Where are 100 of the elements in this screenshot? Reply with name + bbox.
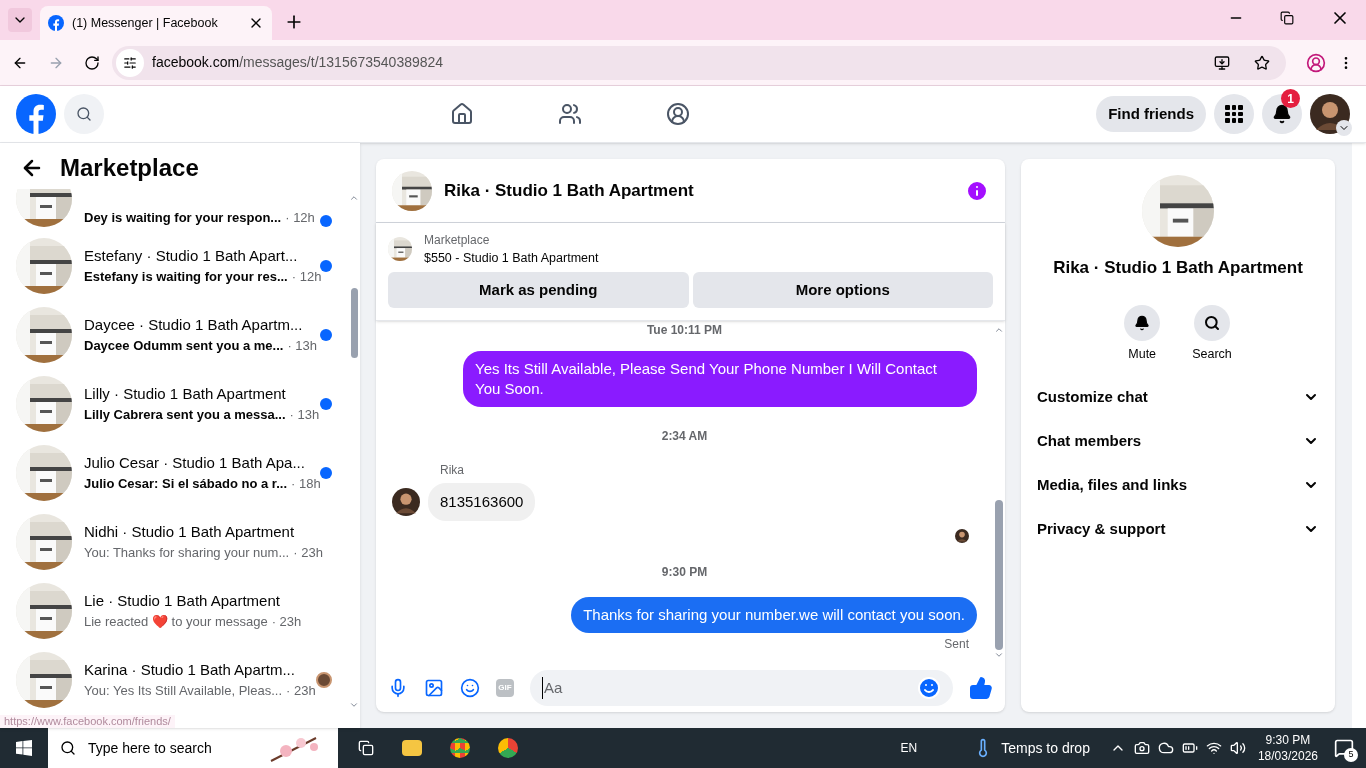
wifi-icon[interactable] xyxy=(1205,740,1222,756)
image-icon[interactable] xyxy=(424,678,444,698)
message-preview: You: Thanks for sharing your num... xyxy=(84,544,290,562)
conversation-item[interactable]: Dey is waiting for your respon... · 12h xyxy=(0,189,348,231)
message-input[interactable]: Aa xyxy=(542,676,917,700)
message-timestamp: Tue 10:11 PM xyxy=(645,321,724,339)
notifications-button[interactable] xyxy=(1262,94,1302,134)
weather-text[interactable]: Temps to drop xyxy=(1001,737,1090,759)
bookmark-star-icon[interactable] xyxy=(1254,54,1270,71)
sliders-icon xyxy=(123,55,137,70)
restore-icon[interactable] xyxy=(1280,11,1294,25)
outgoing-message: Yes Its Still Available, Please Send Your Phone Number I Will Contact You Soon. xyxy=(463,350,977,407)
message-preview: You: Yes Its Still Available, Pleas... xyxy=(84,682,283,700)
status-url: https://www.facebook.com/friends/ xyxy=(0,715,175,728)
message-preview: Estefany is waiting for your res... xyxy=(84,268,288,286)
conversation-item[interactable]: Daycee · Studio 1 Bath Apartm... Daycee Odumm sent you a me... · 13h xyxy=(0,300,348,369)
conversation-item[interactable]: Estefany · Studio 1 Bath Apart... Estefany is waiting for your res... · 12h xyxy=(0,231,348,300)
camera-icon[interactable] xyxy=(1133,740,1150,756)
browser-tab[interactable]: (1) Messenger | Facebook xyxy=(40,6,272,40)
details-section[interactable]: Media, files and links xyxy=(1029,463,1327,508)
sender-avatar xyxy=(392,488,420,516)
scroll-down-icon xyxy=(994,650,1004,660)
contact-name: Rika · Studio 1 Bath Apartment xyxy=(1053,257,1303,279)
profile-icon[interactable] xyxy=(1306,52,1326,73)
message-status: Sent xyxy=(943,636,969,654)
message-timestamp: 2:34 AM xyxy=(660,427,709,445)
microphone-icon[interactable] xyxy=(388,678,408,698)
details-section[interactable]: Customize chat xyxy=(1029,375,1327,420)
message-time: · 18h xyxy=(291,475,321,493)
outgoing-message: Thanks for sharing your number.we will contact you soon. xyxy=(571,597,977,634)
account-menu-button[interactable] xyxy=(1336,120,1352,136)
composer-field[interactable]: Aa xyxy=(530,670,953,706)
message-timestamp: 9:30 PM xyxy=(660,564,709,582)
message-preview: Lilly Cabrera sent you a messa... xyxy=(84,406,286,424)
message-preview: Daycee Odumm sent you a me... xyxy=(84,337,284,355)
install-icon[interactable] xyxy=(1214,54,1230,71)
listing-action-button[interactable]: Mark as pending xyxy=(388,271,689,308)
message-time: · 13h xyxy=(289,406,320,424)
incoming-message: 8135163600 xyxy=(428,482,536,522)
reload-icon[interactable] xyxy=(84,54,100,71)
conversation-item[interactable]: Nidhi · Studio 1 Bath Apartment You: Thanks for sharing your num... · 23h xyxy=(0,507,348,576)
tab-title: (1) Messenger | Facebook xyxy=(72,14,219,32)
facebook-logo-icon xyxy=(48,15,64,31)
language-indicator[interactable]: EN xyxy=(900,739,918,757)
sticker-icon[interactable] xyxy=(460,678,480,698)
message-time: · 12h xyxy=(291,268,322,286)
conversation-item[interactable]: Julio Cesar · Studio 1 Bath Apa... Julio Cesar: Si el sábado no a r... · 18h xyxy=(0,438,348,507)
scroll-up-icon xyxy=(349,193,359,203)
groups-icon[interactable] xyxy=(666,102,691,126)
friends-icon[interactable] xyxy=(558,102,583,126)
conversation-item[interactable]: Karina · Studio 1 Bath Apartm... You: Yes Its Still Available, Pleas... · 23h xyxy=(0,645,348,714)
tab-list-button[interactable] xyxy=(8,8,32,32)
facebook-logo-icon[interactable] xyxy=(16,94,56,134)
cloud-icon[interactable] xyxy=(1157,740,1174,756)
search-button[interactable] xyxy=(64,94,104,134)
message-time: · 23h xyxy=(271,613,302,631)
battery-icon[interactable] xyxy=(1181,740,1198,756)
message-preview: Dey is waiting for your respon... xyxy=(84,208,282,227)
search-icon xyxy=(76,106,92,122)
page-scrollbar[interactable] xyxy=(1352,143,1366,728)
chrome-icon[interactable] xyxy=(498,738,518,758)
message-preview: Lie reacted ❤ to your message xyxy=(84,613,268,631)
conversation-title: Daycee · Studio 1 Bath Apartm... xyxy=(84,314,304,335)
bell-icon xyxy=(1272,104,1292,124)
notifications-icon[interactable] xyxy=(1334,738,1354,758)
conversation-title: Nidhi · Studio 1 Bath Apartment xyxy=(84,521,296,542)
address-bar[interactable]: facebook.com/messages/t/1315673540389824 xyxy=(112,45,1286,80)
sidebar-title: Marketplace xyxy=(60,153,199,183)
conversation-item[interactable]: Lie · Studio 1 Bath Apartment Lie reacted ❤ to your message · 23h xyxy=(0,576,348,645)
chrome-icon[interactable] xyxy=(450,738,470,758)
conversation-title: Lilly · Studio 1 Bath Apartment xyxy=(84,383,287,404)
file-explorer-icon[interactable] xyxy=(402,740,422,756)
scrollbar-thumb[interactable] xyxy=(350,288,358,358)
taskbar-search-field[interactable]: Type here to search xyxy=(48,728,338,768)
home-icon[interactable] xyxy=(450,102,475,126)
task-view-icon[interactable] xyxy=(358,740,374,756)
find-friends-button[interactable]: Find friends xyxy=(1096,96,1206,132)
emoji-icon[interactable] xyxy=(917,676,941,700)
details-section[interactable]: Chat members xyxy=(1029,419,1327,464)
url-text: facebook.com/messages/t/1315673540389824 xyxy=(152,53,445,72)
message-time: · 12h xyxy=(285,208,315,227)
search-icon xyxy=(60,740,76,756)
menu-button[interactable] xyxy=(1214,94,1254,134)
site-settings-button[interactable] xyxy=(116,48,144,77)
volume-icon[interactable] xyxy=(1229,740,1246,756)
listing-action-button[interactable]: More options xyxy=(692,271,993,308)
conversation-title: Karina · Studio 1 Bath Apartm... xyxy=(84,659,296,680)
notification-count: 5 xyxy=(1344,748,1358,762)
details-section[interactable]: Privacy & support xyxy=(1029,507,1327,552)
notification-badge: 1 xyxy=(1281,89,1300,108)
thumbs-up-icon[interactable] xyxy=(969,676,993,700)
message-time: · 13h xyxy=(287,337,318,355)
conversation-item[interactable]: Lilly · Studio 1 Bath Apartment Lilly Cabrera sent you a messa... · 13h xyxy=(0,369,348,438)
clock[interactable]: 9:30 PM 18/03/2026 xyxy=(1257,732,1318,764)
scroll-down-icon xyxy=(349,700,359,710)
message-time: · 23h xyxy=(286,682,316,700)
bell-icon xyxy=(1134,314,1151,331)
conversation-title: Estefany · Studio 1 Bath Apart... xyxy=(84,245,299,266)
sender-name: Rika xyxy=(440,461,465,479)
windows-logo-icon[interactable] xyxy=(16,740,32,756)
